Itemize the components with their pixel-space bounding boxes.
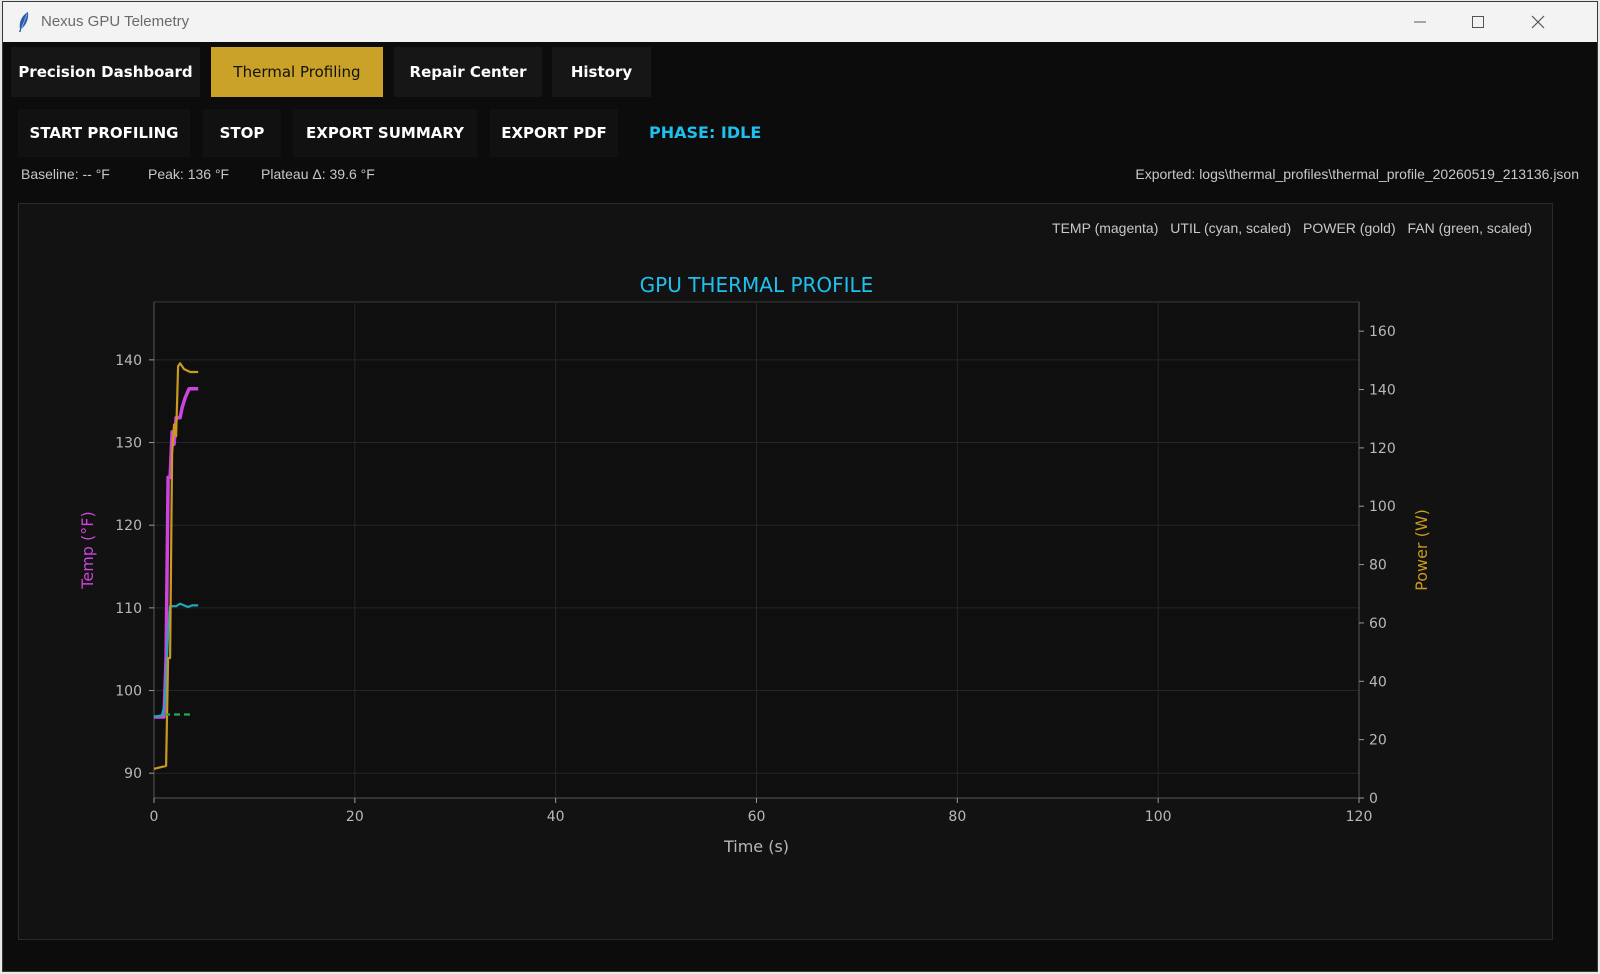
- maximize-button[interactable]: [1449, 2, 1507, 42]
- export-path: Exported: logs\thermal_profiles\thermal_…: [1135, 166, 1579, 182]
- y-right-tick-label: 160: [1369, 324, 1396, 340]
- y-right-tick-label: 0: [1369, 791, 1378, 807]
- x-tick-label: 80: [948, 809, 966, 825]
- tab-history[interactable]: History: [552, 47, 651, 97]
- export-pdf-button[interactable]: EXPORT PDF: [490, 109, 618, 157]
- y-right-tick-label: 100: [1369, 499, 1396, 515]
- chart-panel: TEMP (magenta) UTIL (cyan, scaled) POWER…: [18, 203, 1553, 940]
- feather-icon: [19, 12, 29, 32]
- app-window: Nexus GPU Telemetry Precision Dashboard …: [2, 1, 1598, 972]
- export-summary-button[interactable]: EXPORT SUMMARY: [293, 109, 477, 157]
- y-left-tick-label: 110: [115, 601, 142, 617]
- x-tick-label: 20: [346, 809, 364, 825]
- phase-status: PHASE: IDLE: [649, 123, 762, 142]
- thermal-profile-chart: 0 20 40 60 80 100 120 90 100 110 120 130 140 0 20 40 60 8…: [78, 273, 1431, 856]
- x-tick-label: 120: [1346, 809, 1373, 825]
- x-tick-label: 100: [1145, 809, 1172, 825]
- minimize-button[interactable]: [1391, 2, 1449, 42]
- y-right-tick-label: 20: [1369, 733, 1387, 749]
- y-right-tick-label: 60: [1369, 616, 1387, 632]
- tab-precision-dashboard[interactable]: Precision Dashboard: [11, 47, 200, 97]
- window-title: Nexus GPU Telemetry: [41, 13, 190, 30]
- tab-repair-center[interactable]: Repair Center: [394, 47, 542, 97]
- x-axis-label: Time (s): [723, 837, 789, 856]
- close-button[interactable]: [1509, 2, 1567, 42]
- x-tick-label: 60: [748, 809, 766, 825]
- y-left-tick-label: 120: [115, 518, 142, 534]
- y-right-axis-label: Power (W): [1412, 509, 1431, 591]
- y-left-axis-label: Temp (°F): [78, 511, 97, 589]
- y-right-tick-label: 40: [1369, 674, 1387, 690]
- y-right-tick-label: 140: [1369, 383, 1396, 399]
- close-icon: [1531, 15, 1545, 29]
- y-left-tick-label: 100: [115, 684, 142, 700]
- y-right-tick-label: 120: [1369, 441, 1396, 457]
- stats-bar: Baseline: -- °F Peak: 136 °F Plateau Δ: …: [3, 166, 1597, 188]
- x-tick-label: 40: [547, 809, 565, 825]
- baseline-stat: Baseline: -- °F: [21, 166, 110, 182]
- y-left-tick-label: 140: [115, 353, 142, 369]
- minimize-icon: [1414, 21, 1426, 23]
- profiling-toolbar: START PROFILING STOP EXPORT SUMMARY EXPO…: [3, 109, 1597, 159]
- title-bar: Nexus GPU Telemetry: [3, 2, 1597, 42]
- y-left-tick-label: 90: [124, 766, 142, 782]
- x-tick-label: 0: [150, 809, 159, 825]
- stop-button[interactable]: STOP: [203, 109, 281, 157]
- start-profiling-button[interactable]: START PROFILING: [18, 109, 190, 157]
- plateau-stat: Plateau Δ: 39.6 °F: [261, 166, 375, 182]
- chart-title: GPU THERMAL PROFILE: [640, 273, 874, 297]
- maximize-icon: [1472, 16, 1484, 28]
- y-left-tick-label: 130: [115, 436, 142, 452]
- tab-thermal-profiling[interactable]: Thermal Profiling: [211, 47, 383, 97]
- peak-stat: Peak: 136 °F: [148, 166, 230, 182]
- y-right-tick-label: 80: [1369, 558, 1387, 574]
